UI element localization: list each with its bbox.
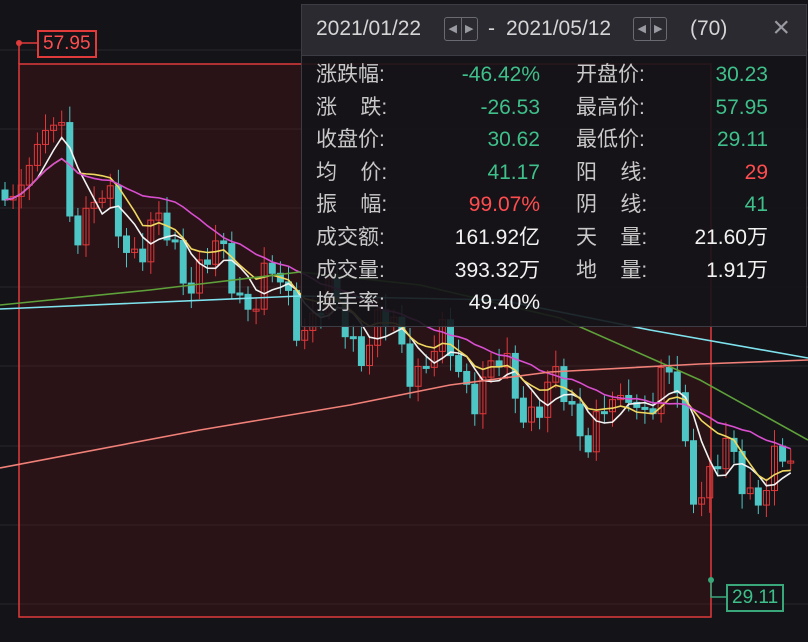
start-date-stepper[interactable]: ◀ ▶ bbox=[444, 17, 478, 41]
bar-count: (70) bbox=[690, 17, 728, 40]
stat-label: 成交额: bbox=[316, 226, 385, 249]
stat-value: 41 bbox=[744, 193, 768, 217]
prev-day-icon[interactable]: ◀ bbox=[445, 18, 461, 40]
panel-header: 2021/01/22 ◀ ▶ - 2021/05/12 ◀ ▶ (70) × bbox=[302, 5, 806, 56]
candle-body bbox=[236, 292, 244, 296]
candle-body bbox=[349, 336, 357, 340]
next-day-icon[interactable]: ▶ bbox=[649, 18, 667, 40]
candle-body bbox=[738, 450, 746, 495]
stat-label: 最高价: bbox=[576, 95, 645, 119]
stat-label: 均 价: bbox=[316, 160, 388, 184]
stat-value: 29 bbox=[744, 160, 768, 184]
stats-row: 振 幅: 99.07% 阴 线: 41 bbox=[302, 189, 806, 221]
end-date-stepper[interactable]: ◀ ▶ bbox=[633, 17, 667, 41]
candle-body bbox=[673, 371, 681, 394]
stat-label: 涨 跌: bbox=[316, 95, 388, 119]
stats-row: 成交额: 161.92亿 天 量: 21.60万 bbox=[302, 222, 806, 254]
low-marker bbox=[708, 577, 714, 583]
stat-value: -46.42% bbox=[461, 63, 540, 86]
stat-value: 161.92亿 bbox=[454, 226, 540, 249]
range-separator: - bbox=[488, 17, 495, 40]
low-leader-line bbox=[710, 580, 726, 598]
stat-label: 阳 线: bbox=[576, 160, 648, 184]
candle-body bbox=[471, 383, 479, 415]
stat-label: 成交量: bbox=[316, 258, 385, 282]
close-icon[interactable]: × bbox=[772, 13, 790, 43]
candle-body bbox=[204, 259, 211, 265]
stat-value: 41.17 bbox=[487, 160, 540, 184]
candle-body bbox=[600, 411, 608, 415]
range-stats-panel: 2021/01/22 ◀ ▶ - 2021/05/12 ◀ ▶ (70) × 涨… bbox=[301, 4, 807, 327]
stat-label: 最低价: bbox=[576, 128, 645, 152]
candle-body bbox=[171, 239, 179, 243]
candle-body bbox=[123, 235, 130, 253]
candle-body bbox=[519, 397, 527, 423]
range-end-date: 2021/05/12 bbox=[506, 17, 612, 40]
stat-label: 开盘价: bbox=[576, 63, 645, 86]
candle-body bbox=[422, 365, 430, 369]
candle-body bbox=[228, 243, 236, 294]
candle-body bbox=[690, 440, 697, 505]
candle-body bbox=[1, 189, 9, 201]
candle-body bbox=[641, 406, 649, 410]
stat-value: 30.62 bbox=[487, 128, 540, 152]
stat-value: 57.95 bbox=[715, 95, 768, 119]
high-leader-line bbox=[18, 42, 37, 64]
candle-body bbox=[584, 435, 592, 453]
candle-body bbox=[406, 343, 414, 387]
range-start-date: 2021/01/22 bbox=[316, 17, 422, 40]
stat-value: -26.53 bbox=[480, 95, 540, 119]
stats-row: 涨 跌: -26.53 最高价: 57.95 bbox=[302, 92, 806, 124]
stats-row: 成交量: 393.32万 地 量: 1.91万 bbox=[302, 255, 806, 287]
stat-value: 49.40% bbox=[468, 291, 540, 315]
stat-value: 393.32万 bbox=[454, 258, 540, 282]
candle-body bbox=[714, 466, 722, 470]
candle-body bbox=[293, 289, 301, 341]
candle-body bbox=[357, 336, 365, 367]
low-price-tag: 29.11 bbox=[726, 584, 785, 612]
candle-body bbox=[568, 401, 576, 405]
stat-label: 涨跌幅: bbox=[316, 63, 385, 86]
stats-row: 换手率: 49.40% bbox=[302, 287, 806, 319]
candle-body bbox=[114, 185, 122, 237]
candle-body bbox=[576, 403, 584, 437]
stats-row: 收盘价: 30.62 最低价: 29.11 bbox=[302, 124, 806, 156]
candle-body bbox=[268, 262, 276, 274]
candle-body bbox=[244, 293, 252, 310]
candle-body bbox=[139, 248, 147, 263]
stat-label: 地 量: bbox=[576, 258, 648, 282]
stats-row: 涨跌幅: -46.42% 开盘价: 30.23 bbox=[302, 59, 806, 91]
high-price-tag: 57.95 bbox=[37, 30, 97, 58]
stat-value: 21.60万 bbox=[694, 226, 768, 249]
candle-body bbox=[179, 240, 187, 284]
candle-body bbox=[754, 487, 762, 506]
candle-body bbox=[665, 367, 673, 373]
stat-label: 换手率: bbox=[316, 291, 385, 315]
candle-body bbox=[455, 355, 463, 372]
stat-label: 天 量: bbox=[576, 226, 648, 249]
stat-label: 收盘价: bbox=[316, 128, 385, 152]
next-day-icon[interactable]: ▶ bbox=[460, 18, 478, 40]
candle-body bbox=[220, 240, 228, 245]
stat-label: 振 幅: bbox=[316, 193, 388, 217]
prev-day-icon[interactable]: ◀ bbox=[634, 18, 650, 40]
stats-row: 均 价: 41.17 阳 线: 29 bbox=[302, 157, 806, 189]
stat-value: 30.23 bbox=[715, 63, 768, 86]
stat-value: 99.07% bbox=[468, 193, 540, 217]
candle-body bbox=[74, 215, 82, 246]
candle-body bbox=[779, 445, 787, 462]
stat-label: 阴 线: bbox=[576, 193, 648, 217]
stat-value: 1.91万 bbox=[706, 258, 768, 282]
candle-body bbox=[66, 122, 74, 217]
high-marker bbox=[16, 40, 22, 46]
candle-body bbox=[536, 406, 544, 418]
stat-value: 29.11 bbox=[717, 128, 768, 152]
